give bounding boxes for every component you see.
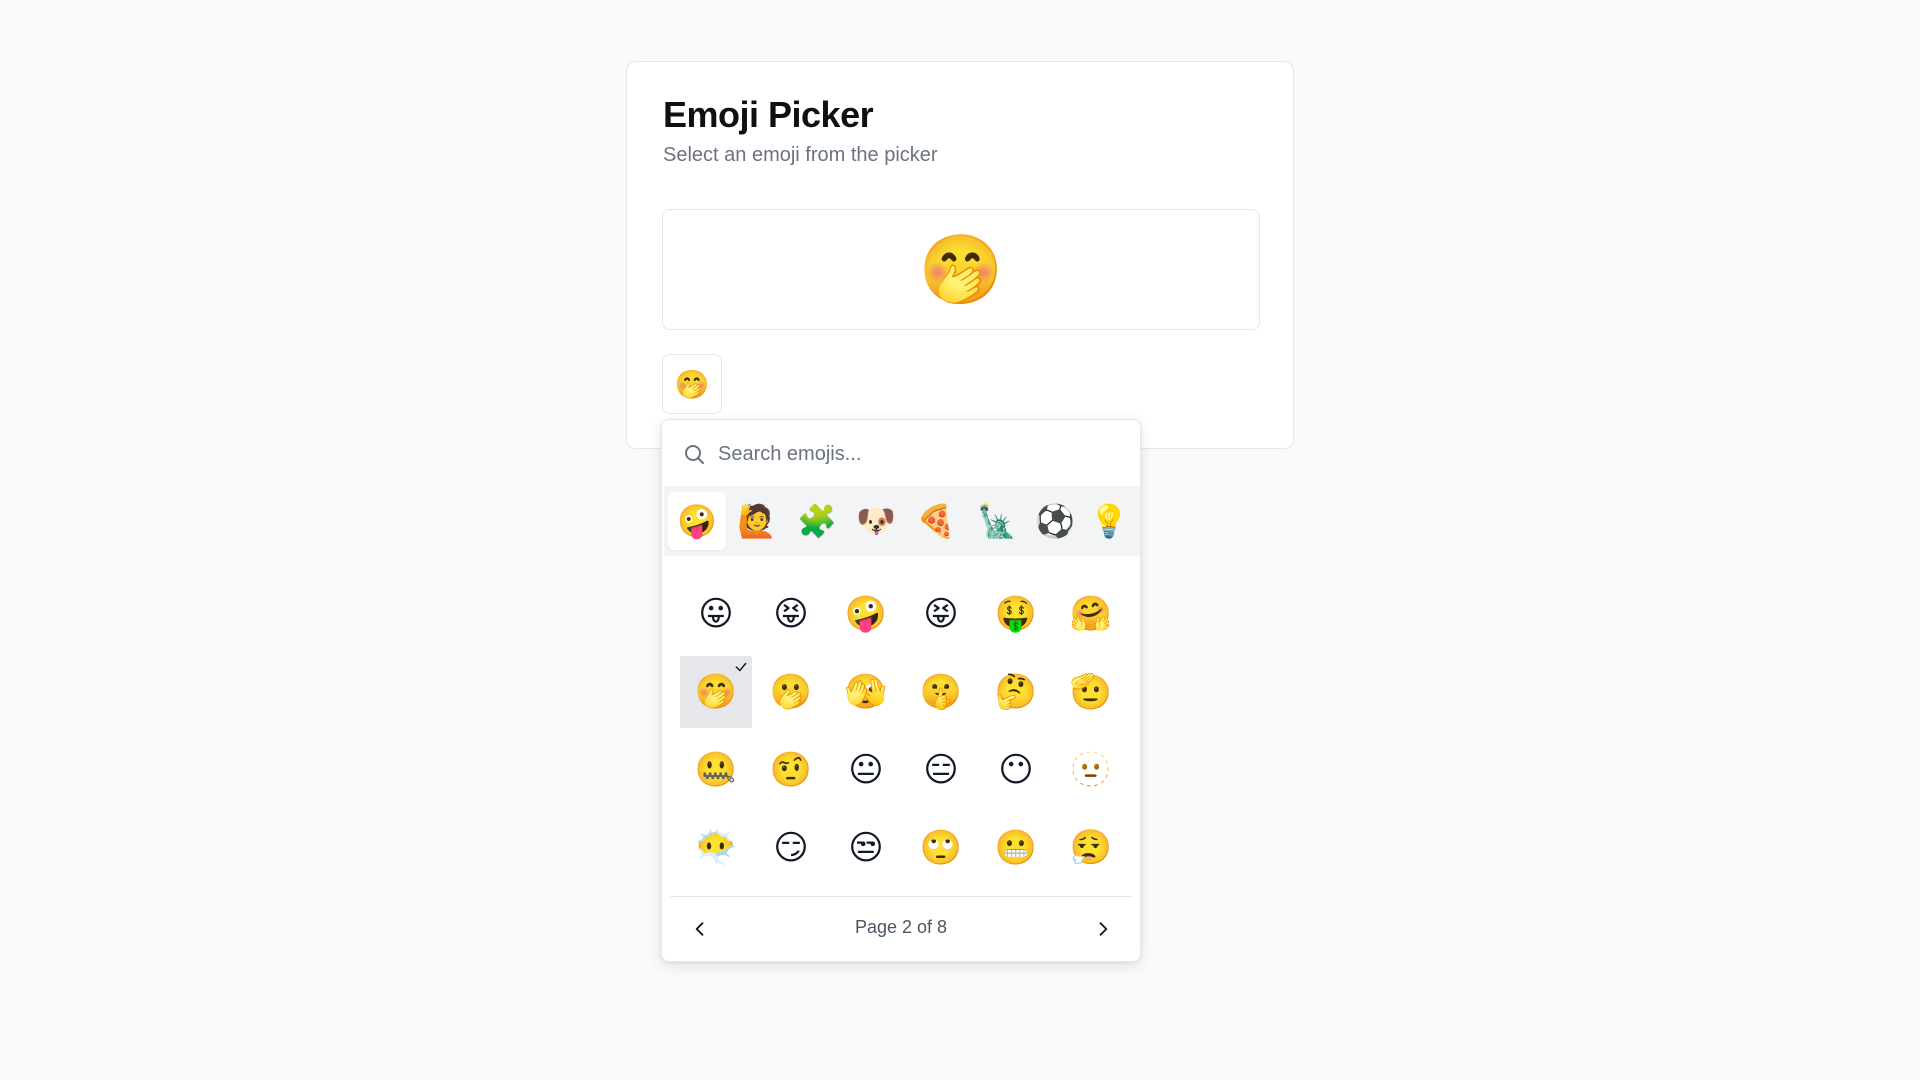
emoji-glyph: 🫢 [769,672,813,712]
emoji-cell[interactable]: 🤫 [905,656,977,728]
emoji-glyph: 😏 [773,828,809,868]
search-icon [685,445,704,464]
category-tab-objects[interactable]: 💡 [1080,492,1138,550]
emoji-glyph: 😮‍💨 [1069,828,1113,868]
category-tab-sports[interactable]: ⚽ [1026,492,1084,550]
emoji-cell[interactable]: 🤗 [1055,578,1127,650]
search-bar [662,420,1140,486]
emoji-cell[interactable]: 🤨 [755,734,827,806]
emoji-glyph: 🤪 [844,594,888,634]
emoji-glyph: 🤭 [694,672,738,712]
emoji-cell-selected[interactable]: 🤭 [680,656,752,728]
emoji-cell[interactable]: 🫥 [1055,734,1127,806]
emoji-glyph: 🫥 [1069,750,1113,790]
emoji-glyph: 🫡 [1069,672,1113,712]
emoji-glyph: 🫣 [844,672,888,712]
emoji-cell[interactable]: 😐 [830,734,902,806]
emoji-glyph: 😛 [698,594,734,634]
emoji-glyph: 🤫 [919,672,963,712]
emoji-cell[interactable]: 😒 [830,812,902,884]
emoji-picker-trigger-button[interactable]: 🤭 [662,354,722,414]
emoji-cell[interactable]: 🤑 [980,578,1052,650]
emoji-cell[interactable]: 🫢 [755,656,827,728]
emoji-glyph: 🙄 [919,828,963,868]
emoji-glyph: 🤑 [994,594,1038,634]
category-tab-travel[interactable]: 🗽 [968,492,1026,550]
emoji-cell[interactable]: 😏 [755,812,827,884]
emoji-cell[interactable]: 🤐 [680,734,752,806]
search-input[interactable] [716,434,1120,474]
page-title: Emoji Picker [663,94,874,135]
emoji-cell[interactable]: 😝 [905,578,977,650]
emoji-glyph: 😶‍🌫️ [694,828,738,868]
emoji-cell[interactable]: 😝 [755,578,827,650]
page-subtitle: Select an emoji from the picker [663,144,938,166]
emoji-cell[interactable]: 🫡 [1055,656,1127,728]
emoji-glyph: 😒 [848,828,884,868]
category-tab-people[interactable]: 🙋 [728,492,786,550]
emoji-glyph: 😝 [923,594,959,634]
category-tabs: 🤪 🙋 🧩 🐶 🍕 🗽 ⚽ 💡 [664,486,1140,556]
emoji-glyph: 😝 [773,594,809,634]
category-tab-smileys[interactable]: 🤪 [668,492,726,550]
emoji-cell[interactable]: 😛 [680,578,752,650]
emoji-glyph: 😬 [994,828,1038,868]
pagination-footer: Page 2 of 8 [670,896,1132,961]
emoji-glyph: 😐 [848,750,884,790]
emoji-cell[interactable]: 🫣 [830,656,902,728]
emoji-glyph: 🤨 [769,750,813,790]
emoji-glyph: 🤐 [694,750,738,790]
category-tab-animals[interactable]: 🐶 [847,492,905,550]
page-indicator: Page 2 of 8 [854,917,948,937]
emoji-picker-popover: 🤪🙋🧩🐶🍕🗽⚽💡 😛😝🤪😝🤑🤗🤭🫢🫣🤫🤔🫡🤐🤨😐😑😶🫥😶‍🌫️😏😒🙄😬😮‍💨 P… [661,419,1141,962]
category-tab-activities[interactable]: 🧩 [788,492,846,550]
next-page-button[interactable] [1085,911,1121,947]
chevron-right-icon [1099,922,1108,936]
emoji-cell[interactable]: 🤔 [980,656,1052,728]
emoji-glyph: 🤗 [1069,594,1113,634]
emoji-picker-card: Emoji Picker Select an emoji from the pi… [626,61,1294,449]
emoji-cell[interactable]: 😑 [905,734,977,806]
emoji-cell[interactable]: 🤪 [830,578,902,650]
emoji-glyph: 🤔 [994,672,1038,712]
emoji-cell[interactable]: 😮‍💨 [1055,812,1127,884]
emoji-cell[interactable]: 😶‍🌫️ [680,812,752,884]
selected-emoji-preview: 🤭 [662,209,1260,330]
emoji-glyph: 😶 [998,750,1034,790]
emoji-cell[interactable]: 😶 [980,734,1052,806]
category-tab-food[interactable]: 🍕 [907,492,965,550]
emoji-cell[interactable]: 🙄 [905,812,977,884]
checkmark-icon [735,662,747,672]
emoji-cell[interactable]: 😬 [980,812,1052,884]
emoji-glyph: 😑 [923,750,959,790]
